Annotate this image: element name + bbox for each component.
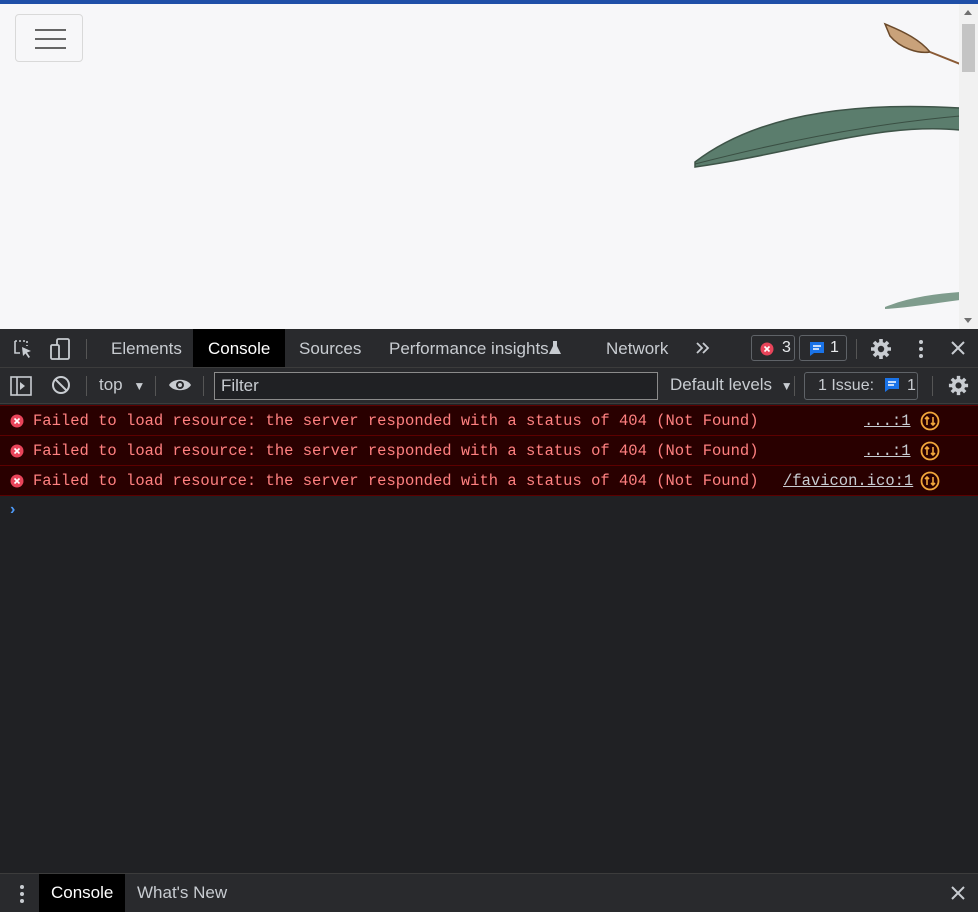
source-link[interactable]: ...:1 — [864, 442, 911, 460]
device-toolbar-icon[interactable] — [48, 337, 72, 361]
menu-toggle-button[interactable] — [15, 14, 83, 62]
issues-count: 1 — [906, 377, 916, 394]
close-devtools-icon[interactable] — [950, 340, 966, 356]
message-count: 1 — [830, 339, 839, 356]
context-selector[interactable]: top ▼ — [99, 375, 145, 395]
log-levels-dropdown[interactable]: Default levels ▼ — [670, 375, 793, 395]
error-icon — [10, 414, 24, 428]
devtools-panel: Elements Console Sources Performance ins… — [0, 329, 978, 912]
dropdown-arrow-icon: ▼ — [780, 379, 793, 393]
drawer-tab-whats-new[interactable]: What's New — [137, 874, 227, 912]
close-drawer-icon[interactable] — [950, 885, 966, 901]
tab-network[interactable]: Network — [606, 329, 668, 367]
filter-input[interactable]: Filter — [214, 372, 658, 400]
separator — [203, 376, 204, 396]
issue-message-icon — [885, 378, 900, 392]
error-icon — [10, 444, 24, 458]
drawer-menu-icon[interactable] — [18, 884, 26, 904]
source-link[interactable]: /favicon.ico:1 — [783, 472, 913, 490]
log-levels-label: Default levels — [670, 375, 773, 394]
network-request-icon[interactable] — [920, 471, 940, 491]
settings-gear-icon[interactable] — [869, 337, 893, 361]
menu-bar-icon — [35, 29, 66, 31]
clear-console-icon[interactable] — [51, 375, 71, 395]
console-toolbar: top ▼ Filter Default levels ▼ 1 Issue: 1 — [0, 368, 978, 404]
source-link[interactable]: ...:1 — [864, 412, 911, 430]
page-viewport — [0, 4, 978, 329]
issues-label: 1 Issue: — [818, 377, 875, 394]
console-settings-gear-icon[interactable] — [947, 374, 970, 397]
devtools-tab-bar: Elements Console Sources Performance ins… — [0, 329, 978, 368]
error-icon — [760, 342, 774, 356]
scroll-down-icon[interactable] — [964, 318, 972, 323]
dropdown-arrow-icon: ▼ — [133, 379, 146, 393]
context-label: top — [99, 375, 123, 394]
tab-elements[interactable]: Elements — [111, 329, 182, 367]
live-expression-eye-icon[interactable] — [168, 376, 192, 394]
network-request-icon[interactable] — [920, 441, 940, 461]
console-error-message[interactable]: Failed to load resource: the server resp… — [0, 405, 978, 435]
error-text: Failed to load resource: the server resp… — [33, 472, 759, 490]
error-count-badge[interactable]: 3 — [751, 335, 795, 361]
tab-performance-insights[interactable]: Performance insights — [389, 329, 549, 367]
separator — [86, 376, 87, 396]
scroll-up-icon[interactable] — [964, 10, 972, 15]
separator — [794, 376, 795, 396]
show-sidebar-icon[interactable] — [10, 376, 32, 396]
message-count-badge[interactable]: 1 — [799, 335, 847, 361]
console-error-message[interactable]: Failed to load resource: the server resp… — [0, 465, 978, 496]
separator — [155, 376, 156, 396]
experiment-flask-icon — [549, 341, 561, 354]
more-options-icon[interactable] — [916, 338, 926, 360]
console-prompt-chevron-icon[interactable]: › — [10, 501, 15, 519]
more-tabs-chevron-icon[interactable] — [695, 341, 711, 355]
network-request-icon[interactable] — [920, 411, 940, 431]
inspect-element-icon[interactable] — [12, 338, 34, 360]
separator — [86, 339, 87, 359]
issues-button[interactable]: 1 Issue: 1 — [804, 372, 918, 400]
page-scrollbar[interactable] — [959, 4, 978, 329]
message-icon — [810, 342, 824, 356]
scroll-thumb[interactable] — [962, 24, 975, 72]
error-text: Failed to load resource: the server resp… — [33, 412, 759, 430]
error-icon — [10, 474, 24, 488]
separator — [856, 339, 857, 359]
error-count: 3 — [782, 339, 791, 356]
leaf-decoration-image — [694, 22, 960, 309]
console-error-message[interactable]: Failed to load resource: the server resp… — [0, 435, 978, 465]
drawer-tab-console[interactable]: Console — [39, 874, 126, 912]
separator — [932, 376, 933, 396]
menu-bar-icon — [35, 38, 66, 40]
menu-bar-icon — [35, 47, 66, 49]
tab-sources[interactable]: Sources — [299, 329, 361, 367]
drawer-tab-bar: Console What's New — [0, 873, 978, 912]
error-text: Failed to load resource: the server resp… — [33, 442, 759, 460]
tab-console[interactable]: Console — [193, 329, 286, 367]
